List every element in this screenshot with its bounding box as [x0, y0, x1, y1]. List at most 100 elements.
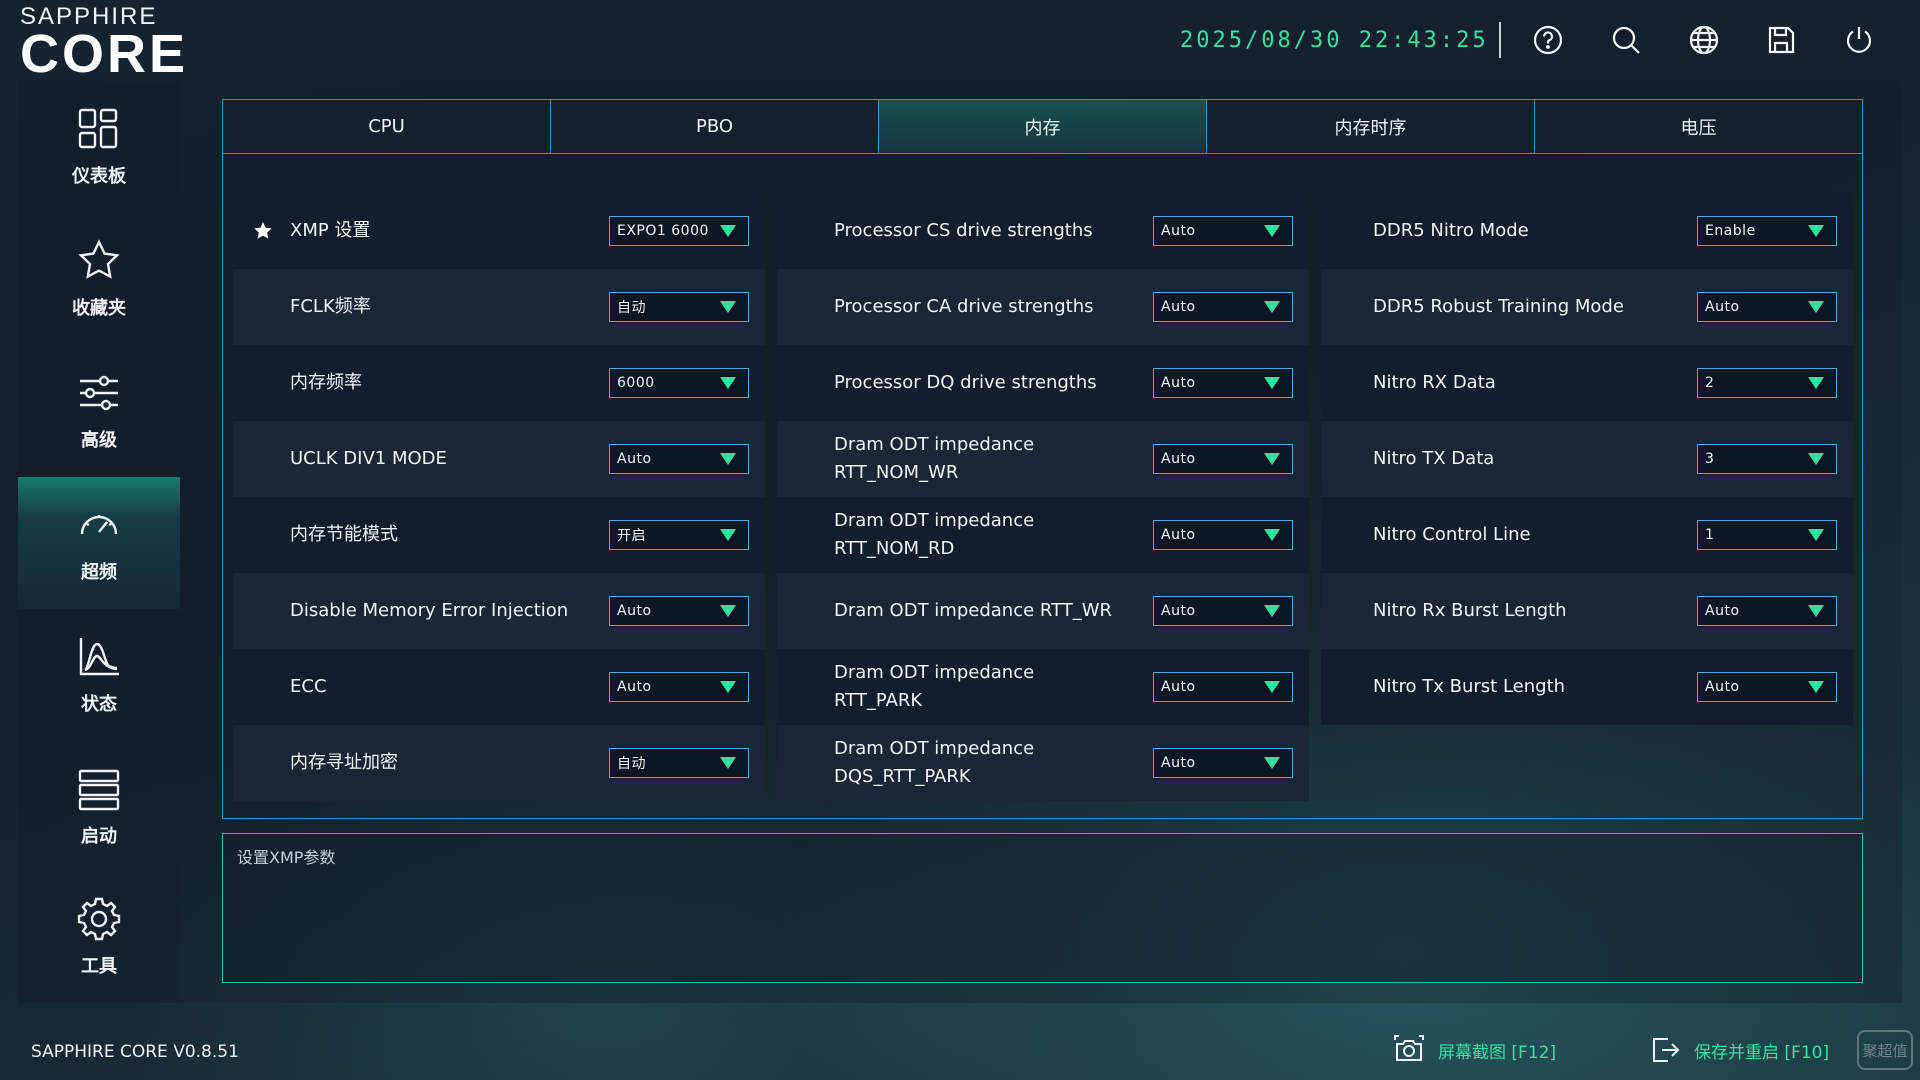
help-icon[interactable] — [1529, 21, 1567, 59]
setting-row[interactable]: Nitro TX Data 3 — [1321, 421, 1853, 497]
setting-row[interactable]: Dram ODT impedance DQS_RTT_PARK Auto — [777, 725, 1309, 801]
setting-row[interactable]: Nitro RX Data 2 — [1321, 345, 1853, 421]
setting-row[interactable]: UCLK DIV1 MODE Auto — [233, 421, 765, 497]
screenshot-button[interactable]: 屏幕截图 [F12] — [1394, 1032, 1556, 1068]
star-icon[interactable] — [253, 221, 273, 241]
dropdown-value: 自动 — [617, 300, 646, 316]
setting-dropdown[interactable]: Auto — [1697, 292, 1837, 322]
setting-row[interactable]: DDR5 Nitro Mode Enable — [1321, 193, 1853, 269]
setting-dropdown[interactable]: Auto — [609, 672, 749, 702]
setting-dropdown[interactable]: 自动 — [609, 748, 749, 778]
setting-dropdown[interactable]: 自动 — [609, 292, 749, 322]
dropdown-value: 1 — [1705, 527, 1715, 543]
setting-row[interactable]: XMP 设置 EXPO1 6000 — [233, 193, 765, 269]
sidebar-item-boot[interactable]: 启动 — [18, 741, 180, 873]
setting-dropdown[interactable]: Auto — [1153, 596, 1293, 626]
setting-dropdown[interactable]: Enable — [1697, 216, 1837, 246]
setting-row[interactable]: Processor DQ drive strengths Auto — [777, 345, 1309, 421]
sidebar-item-status[interactable]: 状态 — [18, 609, 180, 741]
sidebar-item-label: 启动 — [81, 826, 117, 847]
setting-row[interactable]: Processor CS drive strengths Auto — [777, 193, 1309, 269]
sidebar-item-dashboard[interactable]: 仪表板 — [18, 81, 180, 213]
setting-dropdown[interactable]: 2 — [1697, 368, 1837, 398]
setting-row[interactable]: 内存频率 6000 — [233, 345, 765, 421]
tab-pbo[interactable]: PBO — [551, 100, 879, 153]
dropdown-value: 开启 — [617, 528, 646, 544]
setting-dropdown[interactable]: Auto — [1153, 368, 1293, 398]
sidebar-item-label: 超频 — [81, 562, 117, 583]
setting-dropdown[interactable]: Auto — [1697, 672, 1837, 702]
setting-label: Nitro RX Data — [1373, 372, 1496, 393]
dropdown-value: Auto — [617, 679, 652, 695]
setting-row[interactable]: Nitro Tx Burst Length Auto — [1321, 649, 1853, 725]
sidebar-item-favorites[interactable]: 收藏夹 — [18, 213, 180, 345]
setting-row[interactable]: Nitro Control Line 1 — [1321, 497, 1853, 573]
dropdown-value: Auto — [1161, 375, 1196, 391]
globe-icon[interactable] — [1685, 21, 1723, 59]
setting-row[interactable]: DDR5 Robust Training Mode Auto — [1321, 269, 1853, 345]
setting-row[interactable]: Dram ODT impedance RTT_NOM_WR Auto — [777, 421, 1309, 497]
setting-label: Dram ODT impedance RTT_WR — [834, 600, 1113, 621]
setting-dropdown[interactable]: Auto — [1697, 596, 1837, 626]
setting-dropdown[interactable]: 开启 — [609, 520, 749, 550]
setting-dropdown[interactable]: 1 — [1697, 520, 1837, 550]
setting-row[interactable]: Dram ODT impedance RTT_WR Auto — [777, 573, 1309, 649]
gear-icon — [77, 897, 121, 941]
setting-row[interactable]: FCLK频率 自动 — [233, 269, 765, 345]
sidebar-item-tools[interactable]: 工具 — [18, 871, 180, 1003]
setting-row[interactable]: Disable Memory Error Injection Auto — [233, 573, 765, 649]
setting-dropdown[interactable]: 3 — [1697, 444, 1837, 474]
chevron-down-icon — [720, 757, 736, 769]
setting-dropdown[interactable]: EXPO1 6000 — [609, 216, 749, 246]
chevron-down-icon — [1264, 605, 1280, 617]
dropdown-value: Auto — [1161, 223, 1196, 239]
setting-dropdown[interactable]: Auto — [1153, 216, 1293, 246]
setting-row[interactable]: 内存寻址加密 自动 — [233, 725, 765, 801]
speedometer-icon — [80, 515, 118, 535]
setting-row[interactable]: 内存节能模式 开启 — [233, 497, 765, 573]
sidebar: 仪表板 收藏夹 高级 超频 状态 启动 工具 — [18, 81, 180, 1003]
setting-dropdown[interactable]: Auto — [1153, 672, 1293, 702]
description-text: 设置XMP参数 — [237, 848, 336, 867]
dropdown-value: 6000 — [617, 375, 655, 391]
tab-memory-timings[interactable]: 内存时序 — [1207, 100, 1535, 153]
setting-dropdown[interactable]: Auto — [1153, 748, 1293, 778]
setting-dropdown[interactable]: Auto — [1153, 444, 1293, 474]
save-icon[interactable] — [1762, 21, 1800, 59]
sidebar-item-advanced[interactable]: 高级 — [18, 345, 180, 477]
chevron-down-icon — [1264, 757, 1280, 769]
dropdown-value: Auto — [1705, 679, 1740, 695]
setting-row[interactable]: Nitro Rx Burst Length Auto — [1321, 573, 1853, 649]
dashboard-icon — [78, 108, 118, 149]
setting-dropdown[interactable]: Auto — [1153, 520, 1293, 550]
search-icon[interactable] — [1607, 21, 1645, 59]
setting-dropdown[interactable]: Auto — [609, 596, 749, 626]
save-restart-button[interactable]: 保存并重启 [F10] — [1650, 1032, 1829, 1068]
description-panel: 设置XMP参数 — [222, 833, 1863, 983]
setting-row[interactable]: Dram ODT impedance RTT_NOM_RD Auto — [777, 497, 1309, 573]
setting-row[interactable]: Processor CA drive strengths Auto — [777, 269, 1309, 345]
dropdown-value: Auto — [1161, 755, 1196, 771]
setting-row[interactable]: ECC Auto — [233, 649, 765, 725]
power-icon[interactable] — [1840, 21, 1878, 59]
dropdown-value: Auto — [1161, 527, 1196, 543]
tab-cpu[interactable]: CPU — [223, 100, 551, 153]
dropdown-value: 2 — [1705, 375, 1715, 391]
setting-dropdown[interactable]: 6000 — [609, 368, 749, 398]
settings-frame: XMP 设置 EXPO1 6000 FCLK频率 自动 内存频率 6000 UCLK DIV… — [222, 153, 1863, 819]
chevron-down-icon — [1808, 453, 1824, 465]
setting-dropdown[interactable]: Auto — [1153, 292, 1293, 322]
chevron-down-icon — [720, 301, 736, 313]
chevron-down-icon — [1808, 529, 1824, 541]
sapphire-core-logo: SAPPHIRE CORE — [20, 4, 225, 82]
dropdown-value: Auto — [1161, 679, 1196, 695]
tab-voltage[interactable]: 电压 — [1535, 100, 1862, 153]
setting-dropdown[interactable]: Auto — [609, 444, 749, 474]
dropdown-value: Auto — [617, 603, 652, 619]
sidebar-item-overclock[interactable]: 超频 — [18, 477, 180, 609]
chevron-down-icon — [1264, 301, 1280, 313]
tab-memory[interactable]: 内存 — [879, 100, 1207, 153]
settings-column-2: Processor CS drive strengths Auto Processo… — [777, 193, 1309, 801]
setting-row[interactable]: Dram ODT impedance RTT_PARK Auto — [777, 649, 1309, 725]
dropdown-value: EXPO1 6000 — [617, 223, 709, 239]
